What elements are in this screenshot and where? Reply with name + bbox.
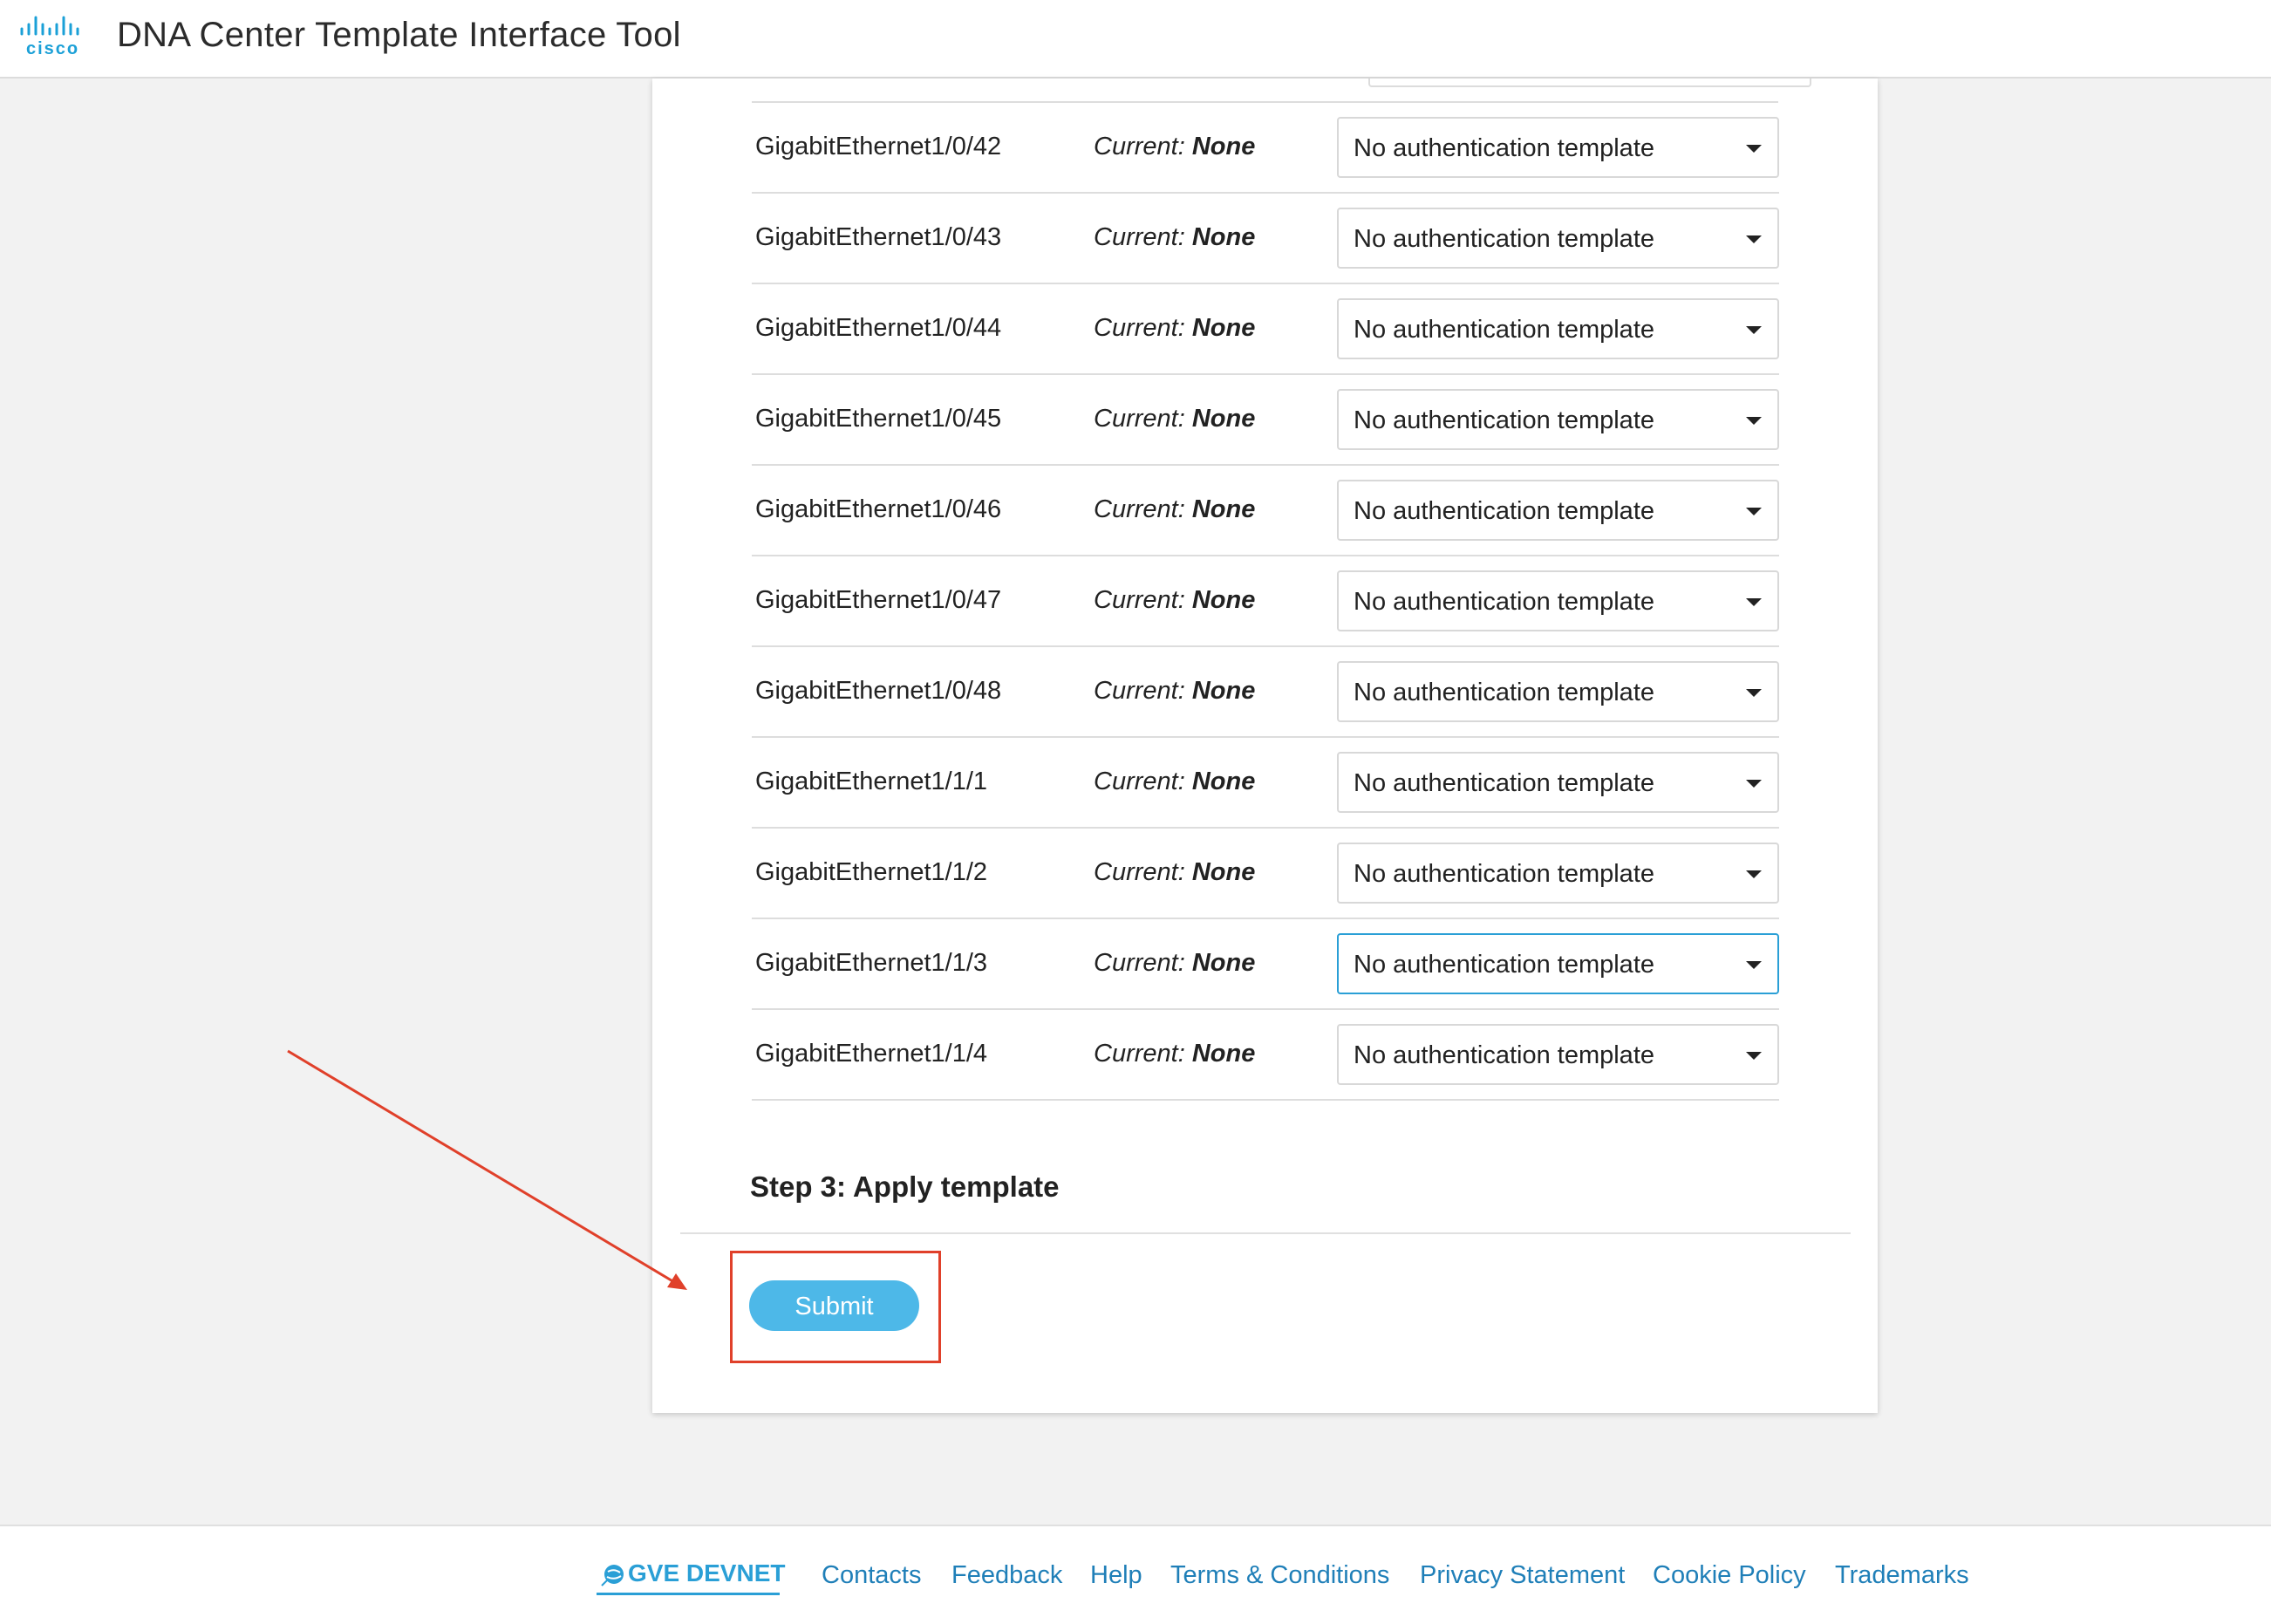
app-title: DNA Center Template Interface Tool: [117, 16, 681, 54]
globe-icon: [601, 1565, 624, 1586]
app-header: cisco DNA Center Template Interface Tool: [0, 0, 2271, 78]
interface-name: GigabitEthernet1/1/3: [755, 949, 988, 977]
chevron-down-icon: [1746, 598, 1762, 606]
footer-link-feedback[interactable]: Feedback: [951, 1561, 1062, 1590]
chevron-down-icon: [1746, 235, 1762, 243]
footer-link-privacy[interactable]: Privacy Statement: [1420, 1561, 1625, 1590]
interface-row: GigabitEthernet1/1/3 Current: None No au…: [752, 919, 1779, 1010]
chevron-down-icon: [1746, 417, 1762, 425]
footer-link-cookie-policy[interactable]: Cookie Policy: [1653, 1561, 1806, 1590]
template-select-value: No authentication template: [1354, 769, 1654, 797]
current-template: Current: None: [1094, 586, 1256, 614]
footer-link-terms[interactable]: Terms & Conditions: [1170, 1561, 1389, 1590]
footer-link-help[interactable]: Help: [1090, 1561, 1142, 1590]
template-select-value: No authentication template: [1354, 951, 1654, 979]
current-template: Current: None: [1094, 405, 1256, 433]
template-select-value: No authentication template: [1354, 1041, 1654, 1069]
submit-button[interactable]: Submit: [749, 1280, 919, 1331]
chevron-down-icon: [1746, 508, 1762, 515]
interface-row: GigabitEthernet1/0/42 Current: None No a…: [752, 103, 1779, 194]
template-select-value: No authentication template: [1354, 225, 1654, 253]
interface-name: GigabitEthernet1/1/4: [755, 1040, 988, 1068]
template-select[interactable]: No authentication template: [1337, 1024, 1779, 1085]
template-select[interactable]: No authentication template: [1337, 389, 1779, 450]
template-select[interactable]: No authentication template: [1337, 843, 1779, 904]
chevron-down-icon: [1746, 961, 1762, 969]
interface-name: GigabitEthernet1/1/1: [755, 768, 988, 795]
chevron-down-icon: [1746, 780, 1762, 788]
interface-row: GigabitEthernet1/1/4 Current: None No au…: [752, 1010, 1779, 1101]
interface-name: GigabitEthernet1/0/48: [755, 677, 1002, 705]
template-select-value: No authentication template: [1354, 406, 1654, 434]
interface-name: GigabitEthernet1/0/43: [755, 223, 1002, 251]
template-select[interactable]: No authentication template: [1337, 570, 1779, 631]
devnet-logo[interactable]: GVE DEVNET: [597, 1558, 785, 1595]
template-select[interactable]: No authentication template: [1337, 208, 1779, 269]
interface-row: GigabitEthernet1/0/43 Current: None No a…: [752, 194, 1779, 284]
interface-name: GigabitEthernet1/0/46: [755, 495, 1002, 523]
current-template: Current: None: [1094, 223, 1256, 251]
footer-link-contacts[interactable]: Contacts: [822, 1561, 921, 1590]
interface-name: GigabitEthernet1/1/2: [755, 858, 988, 886]
previous-row-fragment: [684, 78, 1811, 103]
interface-row: GigabitEthernet1/0/48 Current: None No a…: [752, 647, 1779, 738]
interface-name: GigabitEthernet1/0/47: [755, 586, 1002, 614]
template-select[interactable]: No authentication template: [1337, 933, 1779, 994]
interface-row: GigabitEthernet1/0/46 Current: None No a…: [752, 466, 1779, 556]
template-select[interactable]: No authentication template: [1337, 661, 1779, 722]
interface-row: GigabitEthernet1/0/45 Current: None No a…: [752, 375, 1779, 466]
svg-text:cisco: cisco: [26, 39, 79, 58]
interface-list: GigabitEthernet1/0/42 Current: None No a…: [752, 103, 1779, 1101]
arrow-icon: [287, 1049, 687, 1290]
chevron-down-icon: [1746, 326, 1762, 334]
current-template: Current: None: [1094, 133, 1256, 160]
interface-name: GigabitEthernet1/0/42: [755, 133, 1002, 160]
current-template: Current: None: [1094, 677, 1256, 705]
page-footer: GVE DEVNET Contacts Feedback Help Terms …: [0, 1525, 2271, 1624]
template-select-value: No authentication template: [1354, 679, 1654, 706]
current-template: Current: None: [1094, 858, 1256, 886]
chevron-down-icon: [1746, 689, 1762, 697]
template-select-value: No authentication template: [1354, 860, 1654, 888]
current-template: Current: None: [1094, 1040, 1256, 1068]
template-select-value: No authentication template: [1354, 134, 1654, 162]
chevron-down-icon: [1746, 870, 1762, 878]
current-template: Current: None: [1094, 768, 1256, 795]
interface-row: GigabitEthernet1/0/44 Current: None No a…: [752, 284, 1779, 375]
template-select[interactable]: No authentication template: [1337, 752, 1779, 813]
interface-name: GigabitEthernet1/0/45: [755, 405, 1002, 433]
cisco-logo-icon[interactable]: cisco: [19, 14, 92, 59]
current-template: Current: None: [1094, 949, 1256, 977]
interface-row: GigabitEthernet1/1/1 Current: None No au…: [752, 738, 1779, 829]
section-divider: [680, 1232, 1851, 1234]
template-select-value: No authentication template: [1354, 497, 1654, 525]
template-select[interactable]: No authentication template: [1337, 117, 1779, 178]
footer-link-trademarks[interactable]: Trademarks: [1835, 1561, 1969, 1590]
chevron-down-icon: [1746, 1052, 1762, 1060]
current-template: Current: None: [1094, 314, 1256, 342]
interface-row: GigabitEthernet1/0/47 Current: None No a…: [752, 556, 1779, 647]
interface-name: GigabitEthernet1/0/44: [755, 314, 1002, 342]
template-select-value: No authentication template: [1354, 588, 1654, 616]
interface-row: GigabitEthernet1/1/2 Current: None No au…: [752, 829, 1779, 919]
chevron-down-icon: [1746, 145, 1762, 153]
step3-heading: Step 3: Apply template: [750, 1170, 1060, 1203]
template-select[interactable]: No authentication template: [1337, 298, 1779, 359]
devnet-label: GVE DEVNET: [628, 1559, 786, 1586]
previous-select-fragment: [1368, 78, 1811, 87]
template-select-value: No authentication template: [1354, 316, 1654, 344]
template-select[interactable]: No authentication template: [1337, 480, 1779, 541]
current-template: Current: None: [1094, 495, 1256, 523]
